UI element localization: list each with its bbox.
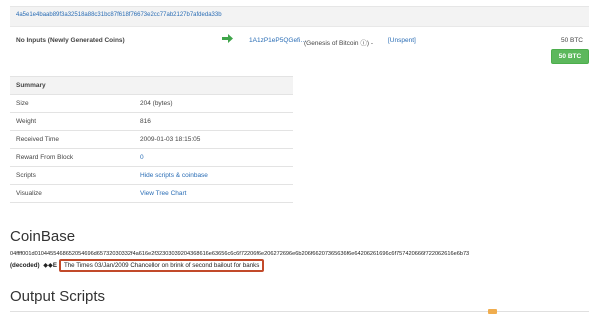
output-status-link[interactable]: [Unspent] (388, 37, 416, 44)
decoded-label: (decoded) (10, 262, 40, 269)
table-row: Scripts Hide scripts & coinbase (10, 166, 293, 185)
summary-key: Weight (10, 112, 134, 131)
coinbase-title: CoinBase (10, 228, 76, 245)
summary-key: Received Time (10, 130, 134, 149)
output-value: 50 BTC (560, 37, 583, 44)
output-address-link[interactable]: 1A1zP1eP5QGefi… (249, 37, 307, 44)
table-row: Weight 816 (10, 112, 293, 131)
genesis-headline-highlight: The Times 03/Jan/2009 Chancellor on brin… (58, 259, 265, 272)
summary-value: 2009-01-03 18:15:05 (134, 130, 293, 149)
summary-key: Reward From Block (10, 148, 134, 167)
table-row: Size 204 (bytes) (10, 94, 293, 113)
summary-table: Summary Size 204 (bytes) Weight 816 Rece… (10, 76, 293, 203)
reward-block-link[interactable]: 0 (134, 148, 293, 167)
transaction-hash-link[interactable]: 4a5e1e4baab89f3a32518a88c31bc87f618f7667… (16, 12, 222, 18)
table-row: Received Time 2009-01-03 18:15:05 (10, 130, 293, 149)
script-badge (488, 309, 497, 314)
output-description: (Genesis of Bitcoin ⓘ) - (304, 40, 373, 47)
summary-heading: Summary (10, 76, 293, 95)
summary-key: Visualize (10, 184, 134, 203)
divider (10, 311, 589, 312)
summary-value: 816 (134, 112, 293, 131)
summary-header-row: Summary (10, 76, 293, 95)
transaction-box: 4a5e1e4baab89f3a32518a88c31bc87f618f7667… (10, 6, 589, 69)
total-value-button[interactable]: 50 BTC (551, 49, 589, 64)
arrow-right-icon (222, 34, 233, 43)
table-row: Visualize View Tree Chart (10, 184, 293, 203)
summary-value: 204 (bytes) (134, 94, 293, 113)
view-tree-chart-link[interactable]: View Tree Chart (134, 184, 293, 203)
decoded-binary-glyphs: ◆◆E (41, 262, 57, 269)
output-scripts-title: Output Scripts (10, 288, 106, 305)
inputs-label: No Inputs (Newly Generated Coins) (16, 37, 125, 44)
coinbase-hex: 04ffff001d0104455468652054696d6573203033… (10, 251, 470, 257)
summary-key: Size (10, 94, 134, 113)
transaction-hash-row: 4a5e1e4baab89f3a32518a88c31bc87f618f7667… (10, 7, 589, 27)
coinbase-decoded-line: (decoded) ◆◆E The Times 03/Jan/2009 Chan… (10, 259, 265, 272)
hide-scripts-link[interactable]: Hide scripts & coinbase (134, 166, 293, 185)
summary-key: Scripts (10, 166, 134, 185)
table-row: Reward From Block 0 (10, 148, 293, 167)
